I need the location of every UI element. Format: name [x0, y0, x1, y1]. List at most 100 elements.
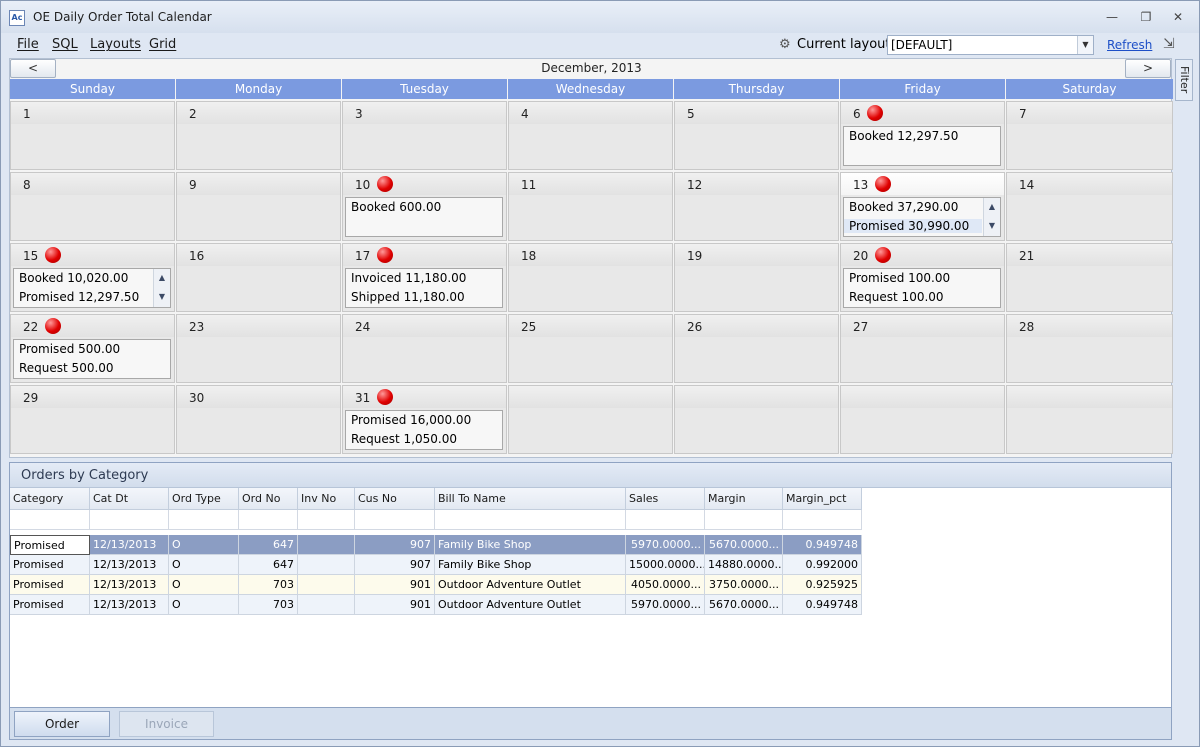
table-cell: Family Bike Shop [435, 555, 626, 575]
month-title: December, 2013 [541, 61, 642, 75]
table-cell: 15000.0000... [626, 555, 705, 575]
column-filter-cell[interactable] [355, 510, 435, 530]
close-icon[interactable]: ✕ [1167, 9, 1189, 25]
calendar-day[interactable]: 13 Booked 37,290.00 Promised 30,990.00 ▲ ▼ [840, 172, 1005, 241]
column-header[interactable]: Category [10, 488, 90, 510]
calendar-day[interactable]: 21 [1006, 243, 1173, 312]
column-header[interactable]: Sales [626, 488, 705, 510]
calendar-day[interactable]: 24 [342, 314, 507, 383]
column-header[interactable]: Ord Type [169, 488, 239, 510]
table-cell: 0.925925 [783, 575, 862, 595]
day-totals-box[interactable]: Booked 37,290.00 Promised 30,990.00 ▲ ▼ [843, 197, 1001, 237]
day-number: 6 [853, 107, 861, 121]
table-cell [298, 575, 355, 595]
calendar-day[interactable]: 31 Promised 16,000.00 Request 1,050.00 [342, 385, 507, 454]
restore-icon[interactable]: ❐ [1135, 9, 1157, 25]
scroll-down-icon[interactable]: ▼ [154, 288, 170, 307]
calendar-day[interactable]: 6 Booked 12,297.50 [840, 101, 1005, 170]
calendar-day[interactable]: 17 Invoiced 11,180.00 Shipped 11,180.00 [342, 243, 507, 312]
day-number: 22 [23, 320, 39, 334]
column-header[interactable]: Bill To Name [435, 488, 626, 510]
column-header[interactable]: Cat Dt [90, 488, 169, 510]
column-header[interactable]: Ord No [239, 488, 298, 510]
calendar-day[interactable]: 12 [674, 172, 839, 241]
next-month-button[interactable]: > [1125, 59, 1171, 78]
menu-file[interactable]: File [17, 37, 39, 52]
day-totals-box[interactable]: Booked 12,297.50 [843, 126, 1001, 166]
column-header[interactable]: Cus No [355, 488, 435, 510]
column-filter-cell[interactable] [435, 510, 626, 530]
refresh-link[interactable]: Refresh [1107, 38, 1152, 52]
calendar-day[interactable] [1006, 385, 1173, 454]
day-totals-box[interactable]: Invoiced 11,180.00 Shipped 11,180.00 [345, 268, 503, 308]
column-filter-cell[interactable] [10, 510, 90, 530]
day-totals-box[interactable]: Promised 100.00 Request 100.00 [843, 268, 1001, 308]
column-filter-cell[interactable] [626, 510, 705, 530]
calendar-day[interactable]: 16 [176, 243, 341, 312]
day-totals-box[interactable]: Promised 16,000.00 Request 1,050.00 [345, 410, 503, 450]
day-totals-box[interactable]: Booked 600.00 [345, 197, 503, 237]
day-header: 8 [11, 173, 174, 195]
day-total-line: Shipped 11,180.00 [351, 290, 465, 304]
chevron-down-icon[interactable]: ▼ [1077, 36, 1093, 54]
calendar-day[interactable]: 10 Booked 600.00 [342, 172, 507, 241]
calendar-day[interactable]: 3 [342, 101, 507, 170]
layout-select[interactable]: [DEFAULT] ▼ [887, 35, 1094, 55]
calendar-day[interactable]: 28 [1006, 314, 1173, 383]
calendar-day[interactable] [508, 385, 673, 454]
calendar-day[interactable]: 8 [10, 172, 175, 241]
day-number: 31 [355, 391, 371, 405]
calendar-day[interactable] [674, 385, 839, 454]
calendar-day[interactable]: 2 [176, 101, 341, 170]
column-filter-cell[interactable] [239, 510, 298, 530]
column-filter-cell[interactable] [705, 510, 783, 530]
calendar-day[interactable]: 20 Promised 100.00 Request 100.00 [840, 243, 1005, 312]
pin-icon[interactable]: ⇲ [1163, 36, 1181, 54]
calendar-day[interactable]: 15 Booked 10,020.00 Promised 12,297.50 ▲ ▼ [10, 243, 175, 312]
calendar-day[interactable]: 18 [508, 243, 673, 312]
column-header[interactable]: Margin [705, 488, 783, 510]
calendar-day[interactable]: 9 [176, 172, 341, 241]
calendar-day[interactable] [840, 385, 1005, 454]
column-filter-cell[interactable] [90, 510, 169, 530]
calendar-day[interactable]: 23 [176, 314, 341, 383]
column-filter-cell[interactable] [298, 510, 355, 530]
day-header: 1 [11, 102, 174, 124]
day-totals-box[interactable]: Promised 500.00 Request 500.00 [13, 339, 171, 379]
minimize-icon[interactable]: — [1101, 9, 1123, 25]
table-cell: 647 [239, 535, 298, 555]
table-cell: O [169, 555, 239, 575]
prev-month-button[interactable]: < [10, 59, 56, 78]
column-filter-cell[interactable] [783, 510, 862, 530]
orders-title: Orders by Category [10, 463, 1171, 488]
scroll-up-icon[interactable]: ▲ [154, 269, 170, 288]
calendar-day[interactable]: 14 [1006, 172, 1173, 241]
filter-side-tab[interactable]: Filter [1175, 59, 1193, 101]
calendar-day[interactable]: 5 [674, 101, 839, 170]
calendar-day[interactable]: 22 Promised 500.00 Request 500.00 [10, 314, 175, 383]
calendar-day[interactable]: 7 [1006, 101, 1173, 170]
column-header[interactable]: Inv No [298, 488, 355, 510]
calendar-day[interactable]: 29 [10, 385, 175, 454]
calendar-day[interactable]: 26 [674, 314, 839, 383]
calendar-day[interactable]: 4 [508, 101, 673, 170]
day-header: 11 [509, 173, 672, 195]
calendar-day[interactable]: 30 [176, 385, 341, 454]
calendar-day[interactable]: 25 [508, 314, 673, 383]
column-filter-cell[interactable] [169, 510, 239, 530]
order-tab[interactable]: Order [14, 711, 110, 737]
scroll-down-icon[interactable]: ▼ [984, 217, 1000, 236]
day-scrollbar[interactable]: ▲ ▼ [983, 198, 1000, 236]
scroll-up-icon[interactable]: ▲ [984, 198, 1000, 217]
menu-sql[interactable]: SQL [52, 37, 78, 52]
calendar-day[interactable]: 11 [508, 172, 673, 241]
menu-layouts[interactable]: Layouts [90, 37, 141, 52]
day-totals-box[interactable]: Booked 10,020.00 Promised 12,297.50 ▲ ▼ [13, 268, 171, 308]
calendar-day[interactable]: 27 [840, 314, 1005, 383]
invoice-tab[interactable]: Invoice [119, 711, 214, 737]
calendar-day[interactable]: 1 [10, 101, 175, 170]
menu-grid[interactable]: Grid [149, 37, 176, 52]
day-scrollbar[interactable]: ▲ ▼ [153, 269, 170, 307]
calendar-day[interactable]: 19 [674, 243, 839, 312]
column-header[interactable]: Margin_pct [783, 488, 862, 510]
